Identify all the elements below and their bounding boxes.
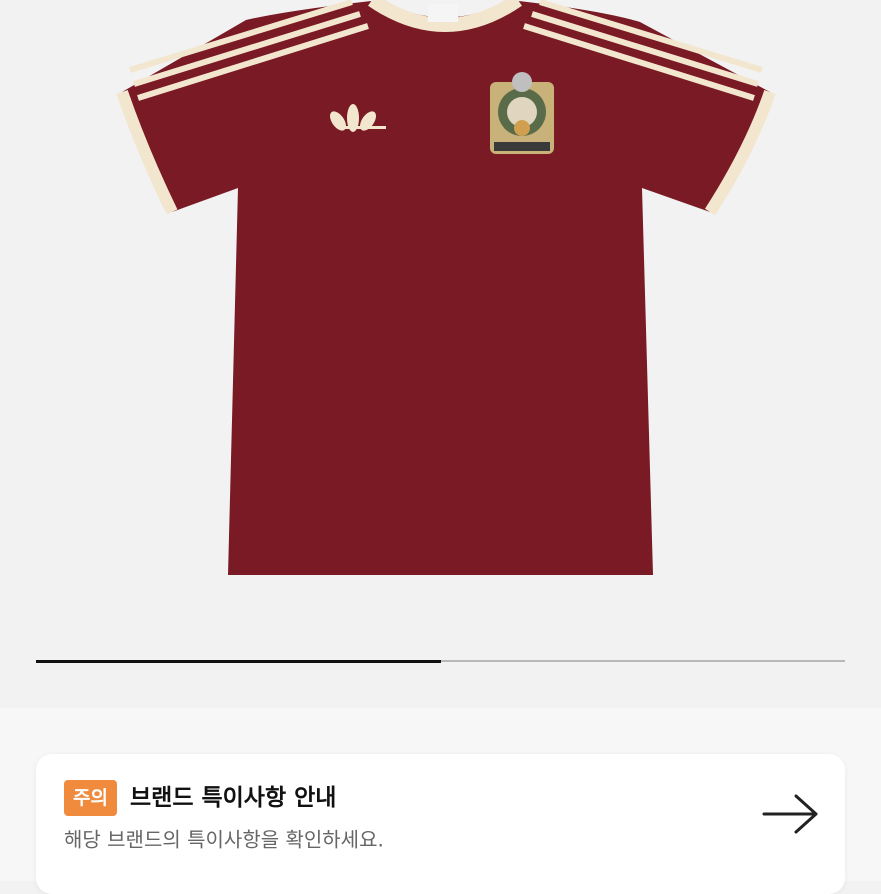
image-progress-fill [36,659,441,663]
image-progress-track [36,659,845,663]
notice-title: 브랜드 특이사항 안내 [130,785,337,811]
caution-badge: 주의 [64,780,117,816]
notice-section: 주의 브랜드 특이사항 안내 해당 브랜드의 특이사항을 확인하세요. [0,708,881,894]
arrow-right-icon[interactable] [762,794,820,834]
product-image [116,0,776,575]
brand-notice-card[interactable]: 주의 브랜드 특이사항 안내 해당 브랜드의 특이사항을 확인하세요. [36,754,845,894]
notice-description: 해당 브랜드의 특이사항을 확인하세요. [64,827,384,852]
product-image-gallery[interactable] [0,0,881,708]
